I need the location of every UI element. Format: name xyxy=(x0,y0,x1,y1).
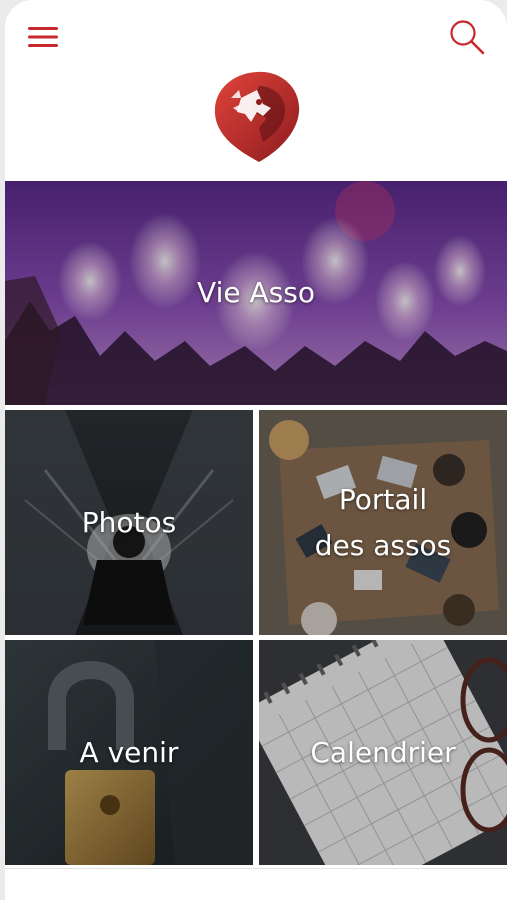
tile-a-venir[interactable]: A venir xyxy=(5,640,253,865)
hamburger-menu-icon xyxy=(28,27,58,47)
bottom-area xyxy=(5,868,507,900)
tile-label: Calendrier xyxy=(310,735,456,769)
tile-portail-des-assos[interactable]: Portail des assos xyxy=(259,410,507,635)
app-logo[interactable] xyxy=(211,68,303,164)
tile-label: Vie Asso xyxy=(197,276,315,309)
app-screen: Vie Asso Photos Portail des assos A veni… xyxy=(0,0,507,900)
tile-label: A venir xyxy=(79,735,179,769)
lion-head-logo xyxy=(214,71,300,162)
tile-label: Photos xyxy=(81,505,177,539)
search-button[interactable] xyxy=(445,16,489,58)
search-icon xyxy=(450,20,485,55)
tile-calendrier[interactable]: Calendrier xyxy=(259,640,507,865)
tile-vie-asso[interactable]: Vie Asso xyxy=(5,181,507,405)
top-bar xyxy=(5,0,507,180)
tile-photos[interactable]: Photos xyxy=(5,410,253,635)
tile-label: Portail des assos xyxy=(314,482,452,562)
phone-viewport: Vie Asso Photos Portail des assos A veni… xyxy=(5,0,507,900)
menu-button[interactable] xyxy=(23,20,63,54)
